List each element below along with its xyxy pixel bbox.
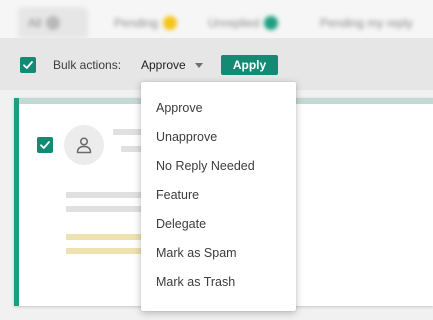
- tab-label: Pending my reply: [320, 15, 413, 30]
- bulk-action-select[interactable]: Approve: [141, 56, 203, 74]
- tab-pending[interactable]: Pending: [104, 7, 187, 38]
- status-tabs: All Pending Unreplied Pending my reply: [0, 0, 433, 38]
- select-all-checkbox[interactable]: [20, 57, 36, 73]
- card-accent-border: [14, 98, 19, 306]
- author-placeholder: [113, 129, 143, 135]
- avatar: [64, 125, 104, 165]
- count-badge: [264, 15, 279, 30]
- menu-item-unapprove[interactable]: Unapprove: [141, 123, 296, 152]
- menu-item-mark-as-trash[interactable]: Mark as Trash: [141, 268, 296, 297]
- count-badge: [163, 15, 178, 30]
- highlight-placeholder: [66, 234, 143, 240]
- comment-checkbox[interactable]: [37, 137, 53, 153]
- caret-down-icon: [194, 62, 203, 68]
- check-icon: [23, 61, 33, 69]
- content-placeholder: [66, 192, 143, 198]
- check-icon: [40, 141, 50, 149]
- apply-button[interactable]: Apply: [221, 55, 278, 75]
- menu-item-feature[interactable]: Feature: [141, 181, 296, 210]
- highlight-placeholder: [66, 248, 143, 254]
- meta-placeholder: [121, 146, 143, 152]
- tab-unreplied[interactable]: Unreplied: [198, 7, 288, 38]
- bulk-actions-label: Bulk actions:: [53, 58, 122, 72]
- tab-pending-my-reply[interactable]: Pending my reply: [310, 7, 423, 38]
- menu-item-delegate[interactable]: Delegate: [141, 210, 296, 239]
- bulk-action-selected: Approve: [141, 58, 186, 72]
- tab-label: All: [28, 15, 42, 30]
- menu-item-approve[interactable]: Approve: [141, 94, 296, 123]
- bulk-action-menu: Approve Unapprove No Reply Needed Featur…: [141, 82, 296, 311]
- menu-item-mark-as-spam[interactable]: Mark as Spam: [141, 239, 296, 268]
- tab-label: Unreplied: [208, 15, 260, 30]
- tab-all[interactable]: All: [18, 7, 88, 38]
- content-placeholder: [66, 206, 143, 212]
- tab-label: Pending: [114, 15, 159, 30]
- menu-item-no-reply-needed[interactable]: No Reply Needed: [141, 152, 296, 181]
- count-badge: [46, 15, 61, 30]
- user-icon: [76, 137, 92, 154]
